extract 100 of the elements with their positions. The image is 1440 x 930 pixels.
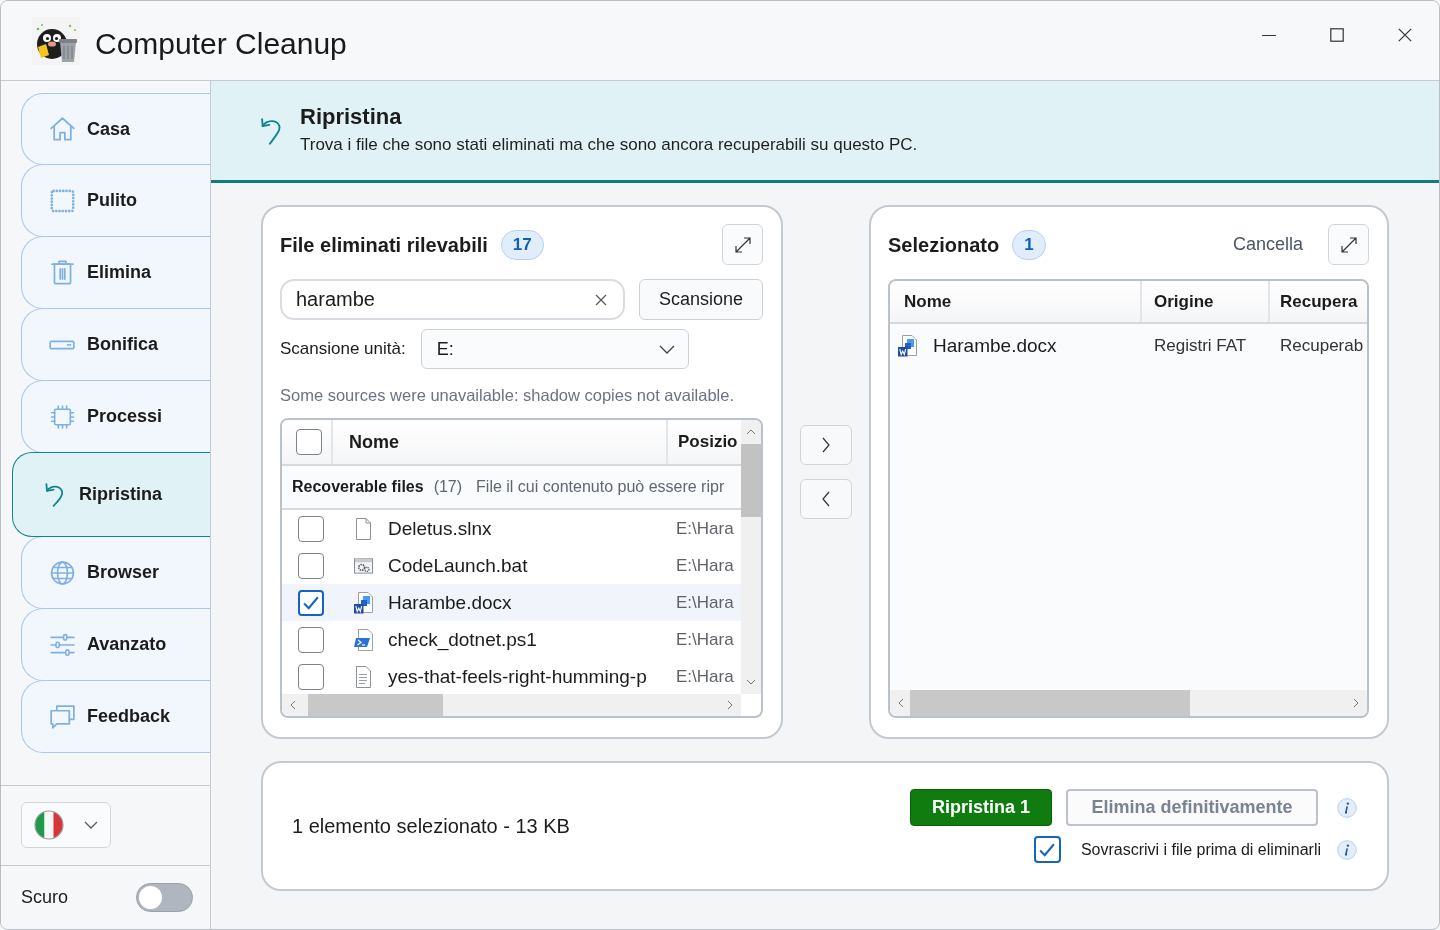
- expand-button[interactable]: [1328, 224, 1369, 265]
- expand-icon: [734, 236, 751, 253]
- page-title: Ripristina: [300, 104, 403, 130]
- scrollbar-thumb[interactable]: [741, 444, 761, 517]
- row-checkbox[interactable]: [298, 663, 324, 690]
- column-header[interactable]: Recupera: [1268, 281, 1367, 322]
- file-location: E:\Hara: [675, 592, 735, 613]
- file-location: E:\Hara: [675, 518, 735, 539]
- column-header[interactable]: Posizio: [668, 420, 741, 464]
- horizontal-scrollbar[interactable]: [890, 690, 1367, 716]
- file-name: CodeLaunch.bat: [388, 554, 528, 577]
- sidebar-item[interactable]: Pulito: [21, 164, 210, 237]
- file-name: yes-that-feels-right-humming-p: [388, 665, 647, 688]
- chevron-down-icon: [84, 821, 98, 829]
- overwrite-label: Sovrascrivi i file prima di eliminarli: [1080, 840, 1321, 859]
- search-field[interactable]: harambe: [280, 279, 625, 320]
- restore-button[interactable]: Ripristina 1: [910, 789, 1052, 826]
- info-icon[interactable]: [1337, 839, 1357, 860]
- vertical-scrollbar[interactable]: [741, 420, 761, 694]
- checkmark-icon: [1039, 842, 1056, 857]
- file-name: check_dotnet.ps1: [388, 628, 537, 651]
- file-name: Harambe.docx: [388, 591, 512, 614]
- chevron-left-icon: [822, 491, 830, 507]
- window-title: Computer Cleanup: [95, 26, 347, 61]
- drive-dropdown[interactable]: E:: [420, 329, 689, 369]
- chat-bubbles-icon: [49, 704, 75, 729]
- w-document-icon: [898, 335, 917, 357]
- column-header[interactable]: Nome: [890, 281, 1140, 322]
- file-location: E:\Hara: [675, 666, 735, 687]
- sidebar-item[interactable]: Avanzato: [21, 608, 210, 681]
- select-all-checkbox[interactable]: [296, 429, 322, 455]
- sidebar-item[interactable]: Ripristina: [12, 452, 210, 537]
- sidebar-item[interactable]: Browser: [21, 536, 210, 609]
- house-icon: [49, 117, 75, 141]
- sidebar-item[interactable]: Processi: [21, 380, 210, 453]
- row-checkbox[interactable]: [298, 515, 324, 542]
- group-title: Recoverable files: [292, 478, 424, 496]
- trash-icon: [50, 260, 74, 285]
- panel-title: File eliminati rilevabili: [280, 234, 488, 257]
- horizontal-scrollbar[interactable]: [282, 694, 741, 716]
- lined-page-icon: [354, 665, 373, 688]
- column-header[interactable]: Nome: [333, 420, 668, 464]
- dotted-square-icon: [49, 188, 75, 213]
- scrollbar-thumb[interactable]: [308, 694, 443, 716]
- scan-button[interactable]: Scansione: [639, 279, 763, 320]
- page-description: Trova i file che sono stati eliminati ma che sono ancora recuperabili su questo PC.: [300, 134, 918, 155]
- sidebar-item[interactable]: Bonifica: [21, 308, 210, 381]
- chevron-down-icon[interactable]: [746, 679, 756, 685]
- file-name: Deletus.slnx: [388, 517, 492, 540]
- chevron-left-icon[interactable]: [898, 698, 904, 708]
- minimize-icon: [1262, 35, 1276, 37]
- language-dropdown[interactable]: [21, 802, 111, 848]
- row-checkbox[interactable]: [298, 626, 324, 653]
- info-icon[interactable]: [1337, 797, 1357, 818]
- clear-selection-button[interactable]: Cancella: [1232, 234, 1303, 255]
- dark-mode-toggle[interactable]: [136, 883, 193, 912]
- recovery-status: Recuperab: [1279, 336, 1365, 356]
- chevron-up-icon[interactable]: [746, 429, 756, 435]
- sidebar-item[interactable]: Elimina: [21, 236, 210, 309]
- terminal-page-icon: [354, 628, 373, 651]
- panel-title: Selezionato: [888, 234, 1000, 257]
- row-checkbox[interactable]: [298, 552, 324, 579]
- blank-page-icon: [354, 517, 373, 540]
- file-name: Harambe.docx: [933, 335, 1057, 357]
- flag-icon: [34, 810, 64, 840]
- clear-icon[interactable]: [595, 293, 607, 306]
- chevron-right-icon[interactable]: [727, 700, 733, 710]
- file-location: E:\Hara: [675, 629, 735, 650]
- close-icon: [1398, 28, 1412, 42]
- bird-logo-icon: [32, 16, 80, 65]
- count-badge: 17: [500, 229, 544, 260]
- row-checkbox[interactable]: [298, 589, 324, 616]
- checkmark-icon: [303, 595, 319, 610]
- dark-mode-label: Scuro: [21, 887, 69, 908]
- globe-icon: [49, 560, 75, 585]
- chevron-down-icon: [658, 344, 675, 354]
- chevron-right-icon: [822, 437, 830, 453]
- maximize-icon: [1330, 28, 1344, 42]
- sidebar-item[interactable]: Casa: [21, 93, 210, 165]
- chevron-left-icon[interactable]: [290, 700, 296, 710]
- drive-label: Scansione unità:: [280, 339, 406, 359]
- count-badge: 1: [1012, 229, 1046, 260]
- chip-icon: [49, 404, 75, 429]
- drive-icon: [49, 339, 75, 350]
- overwrite-checkbox[interactable]: [1033, 836, 1061, 863]
- notice-text: Some sources were unavailable: shadow copies not available.: [280, 385, 736, 406]
- undo-icon: [261, 118, 281, 145]
- expand-icon: [1340, 236, 1357, 253]
- file-location: E:\Hara: [675, 555, 735, 576]
- sidebar-item[interactable]: Feedback: [21, 680, 210, 753]
- scrollbar-thumb[interactable]: [910, 690, 1190, 716]
- sliders-icon: [49, 632, 75, 657]
- group-description: File il cui contenuto può essere ripr: [476, 478, 725, 496]
- file-origin: Registri FAT: [1153, 336, 1248, 356]
- column-header[interactable]: Origine: [1140, 281, 1268, 322]
- group-count: (17): [433, 478, 463, 496]
- selection-summary: 1 elemento selezionato - 13 KB: [292, 814, 570, 838]
- expand-button[interactable]: [722, 224, 763, 265]
- chevron-right-icon[interactable]: [1353, 698, 1359, 708]
- w-document-icon: [354, 591, 373, 614]
